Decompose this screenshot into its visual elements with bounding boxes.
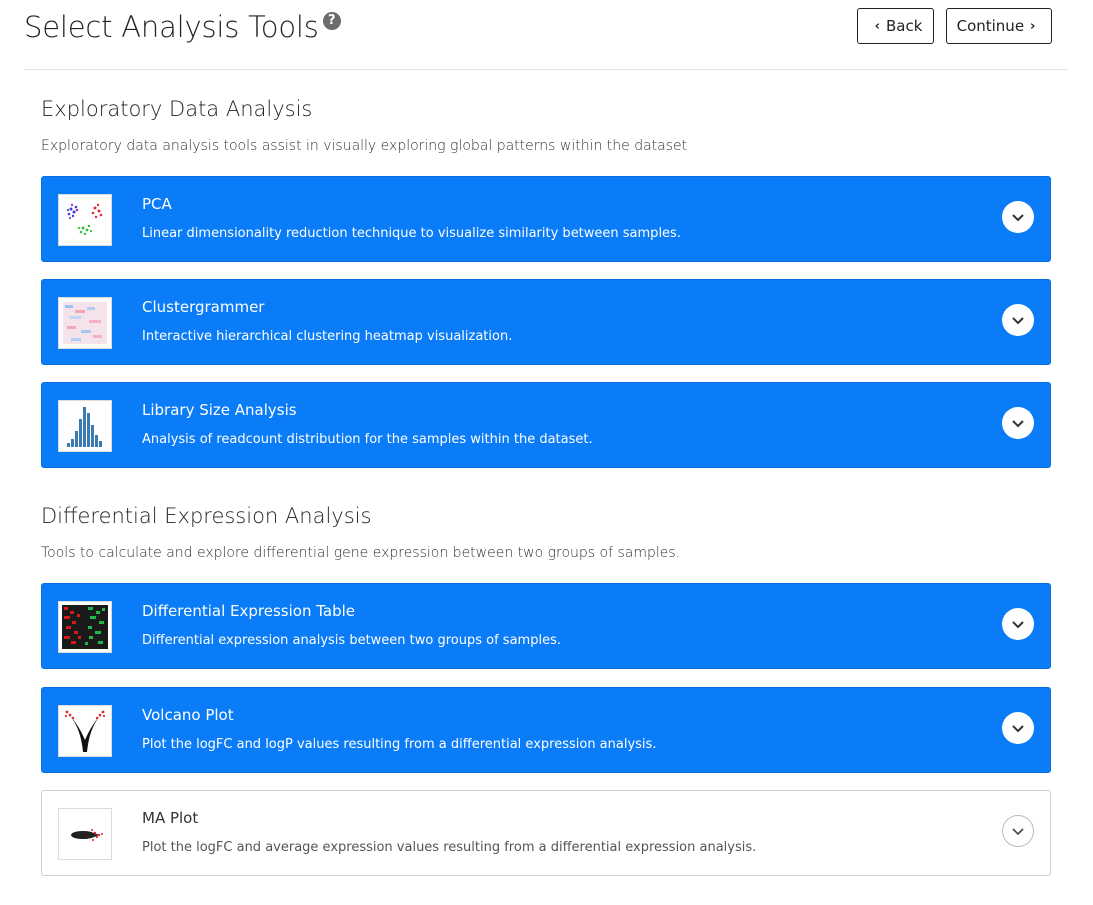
chevron-left-icon: ‹ [874, 18, 880, 34]
help-icon[interactable]: ? [322, 12, 341, 30]
back-button-label: Back [885, 17, 923, 35]
tool-title: Library Size Analysis [142, 401, 297, 419]
tool-description: Differential expression analysis between… [142, 633, 561, 648]
continue-button[interactable]: Continue › [946, 8, 1052, 44]
tool-title: Differential Expression Table [142, 602, 356, 620]
tool-card-differential-expression-table[interactable]: Differential Expression Table Differenti… [41, 583, 1051, 669]
section-description-differential: Tools to calculate and explore different… [41, 545, 681, 561]
tool-card-volcano-plot[interactable]: Volcano Plot Plot the logFC and logP val… [41, 687, 1051, 773]
heatmap-thumbnail [58, 297, 112, 349]
expand-chevron-icon[interactable] [1002, 815, 1034, 847]
tool-title: Clustergrammer [142, 298, 265, 316]
page-title: Select Analysis Tools? [24, 10, 341, 44]
pca-scatter-thumbnail [58, 194, 112, 246]
chevron-right-icon: › [1030, 18, 1036, 34]
tool-card-ma-plot[interactable]: MA Plot Plot the logFC and average expre… [41, 790, 1051, 876]
page-title-text: Select Analysis Tools [24, 10, 319, 44]
ma-plot-thumbnail [58, 808, 112, 860]
volcano-plot-thumbnail [58, 705, 112, 757]
continue-button-label: Continue [956, 17, 1025, 35]
tool-title: MA Plot [142, 809, 199, 827]
expand-chevron-icon[interactable] [1002, 712, 1034, 744]
expression-table-thumbnail [58, 601, 112, 653]
expand-chevron-icon[interactable] [1002, 201, 1034, 233]
tool-description: Linear dimensionality reduction techniqu… [142, 226, 681, 241]
tool-description: Plot the logFC and logP values resulting… [142, 737, 657, 752]
tool-card-clustergrammer[interactable]: Clustergrammer Interactive hierarchical … [41, 279, 1051, 365]
tool-description: Plot the logFC and average expression va… [142, 840, 757, 855]
expand-chevron-icon[interactable] [1002, 407, 1034, 439]
section-title-differential: Differential Expression Analysis [41, 504, 372, 528]
back-button[interactable]: ‹ Back [857, 8, 934, 44]
tool-card-library-size-analysis[interactable]: Library Size Analysis Analysis of readco… [41, 382, 1051, 468]
tool-description: Interactive hierarchical clustering heat… [142, 329, 513, 344]
expand-chevron-icon[interactable] [1002, 608, 1034, 640]
tool-title: Volcano Plot [142, 706, 234, 724]
section-description-exploratory: Exploratory data analysis tools assist i… [41, 138, 688, 154]
histogram-thumbnail [58, 400, 112, 452]
tool-card-pca[interactable]: PCA Linear dimensionality reduction tech… [41, 176, 1051, 262]
tool-title: PCA [142, 195, 172, 213]
tool-description: Analysis of readcount distribution for t… [142, 432, 593, 447]
section-title-exploratory: Exploratory Data Analysis [41, 97, 313, 121]
expand-chevron-icon[interactable] [1002, 304, 1034, 336]
